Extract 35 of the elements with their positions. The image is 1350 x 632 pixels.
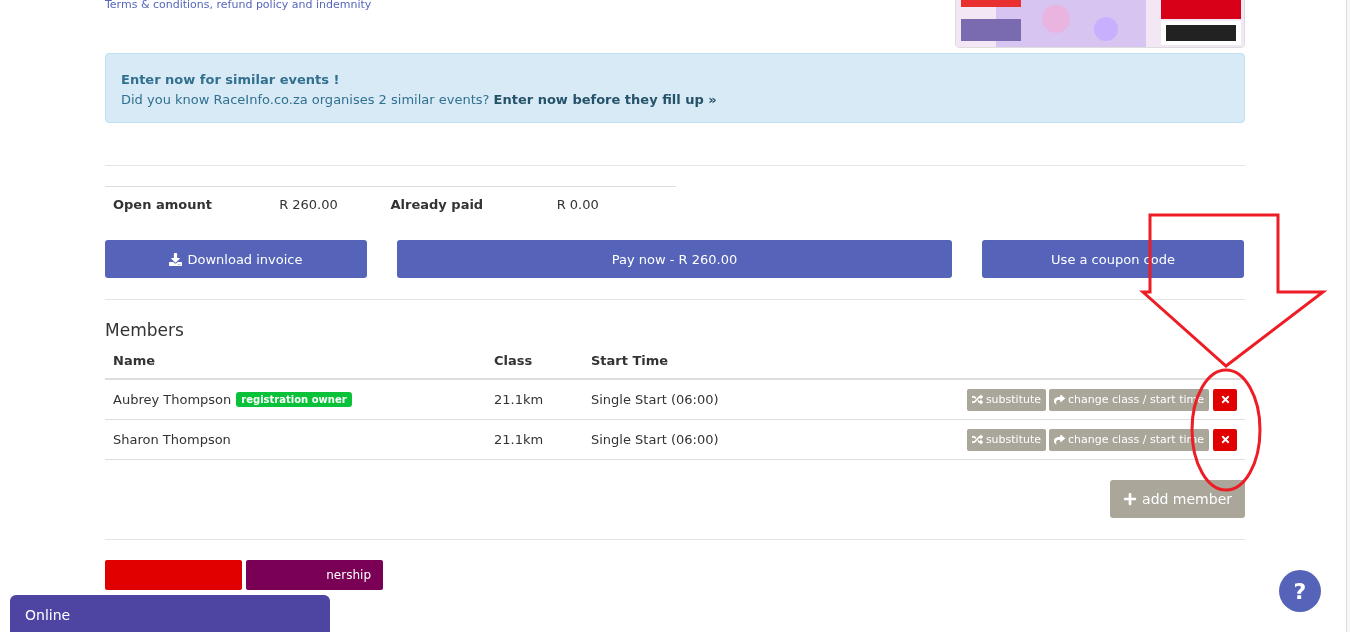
- forward-icon: [1054, 394, 1066, 405]
- start-time-cell-text: Single Start (06:00): [591, 392, 720, 407]
- class-cell-text: 21.1km: [494, 392, 545, 407]
- alert-title: Enter now for similar events !: [121, 71, 341, 89]
- shuffle-icon: [971, 434, 983, 445]
- plus-icon: [1123, 492, 1138, 506]
- enter-now-link[interactable]: Enter now before they fill up »: [493, 92, 717, 107]
- amount-label: Open amount: [113, 197, 213, 212]
- column-header: Name: [113, 353, 156, 368]
- transfer-button[interactable]: nership: [246, 560, 383, 590]
- chat-status: Online: [25, 607, 71, 623]
- forward-icon: [1054, 434, 1066, 445]
- help-button[interactable]: ?: [1279, 570, 1321, 612]
- class-cell-text: 21.1km: [494, 432, 545, 447]
- amount-value: R 260.00: [279, 197, 339, 212]
- close-icon: [1219, 434, 1231, 445]
- owner-badge: registration owner: [236, 392, 352, 407]
- action-button[interactable]: Pay now - R 260.00: [397, 240, 952, 278]
- shuffle-icon: [971, 394, 983, 405]
- action-button[interactable]: Download invoice: [105, 240, 367, 278]
- close-icon: [1219, 394, 1231, 405]
- delete-button[interactable]: [1213, 428, 1237, 451]
- download-icon: [169, 252, 183, 266]
- column-header: Start Time: [591, 353, 670, 368]
- terms-link[interactable]: Terms & conditions, refund policy and indemnity: [105, 0, 372, 12]
- alert-text: Did you know RaceInfo.co.za organises 2 similar events? Enter now before they fill up »: [121, 91, 718, 109]
- start-time-cell-text: Single Start (06:00): [591, 432, 720, 447]
- column-header: Class: [494, 353, 534, 368]
- amount-label: Already paid: [390, 197, 485, 212]
- member-name: Sharon Thompson: [113, 432, 231, 447]
- amount-value: R 0.00: [556, 197, 600, 212]
- member-name: Aubrey Thompson: [113, 392, 232, 407]
- chat-panel[interactable]: Online: [10, 595, 330, 632]
- members-heading: Members: [105, 320, 185, 340]
- delete-button[interactable]: [1213, 388, 1237, 411]
